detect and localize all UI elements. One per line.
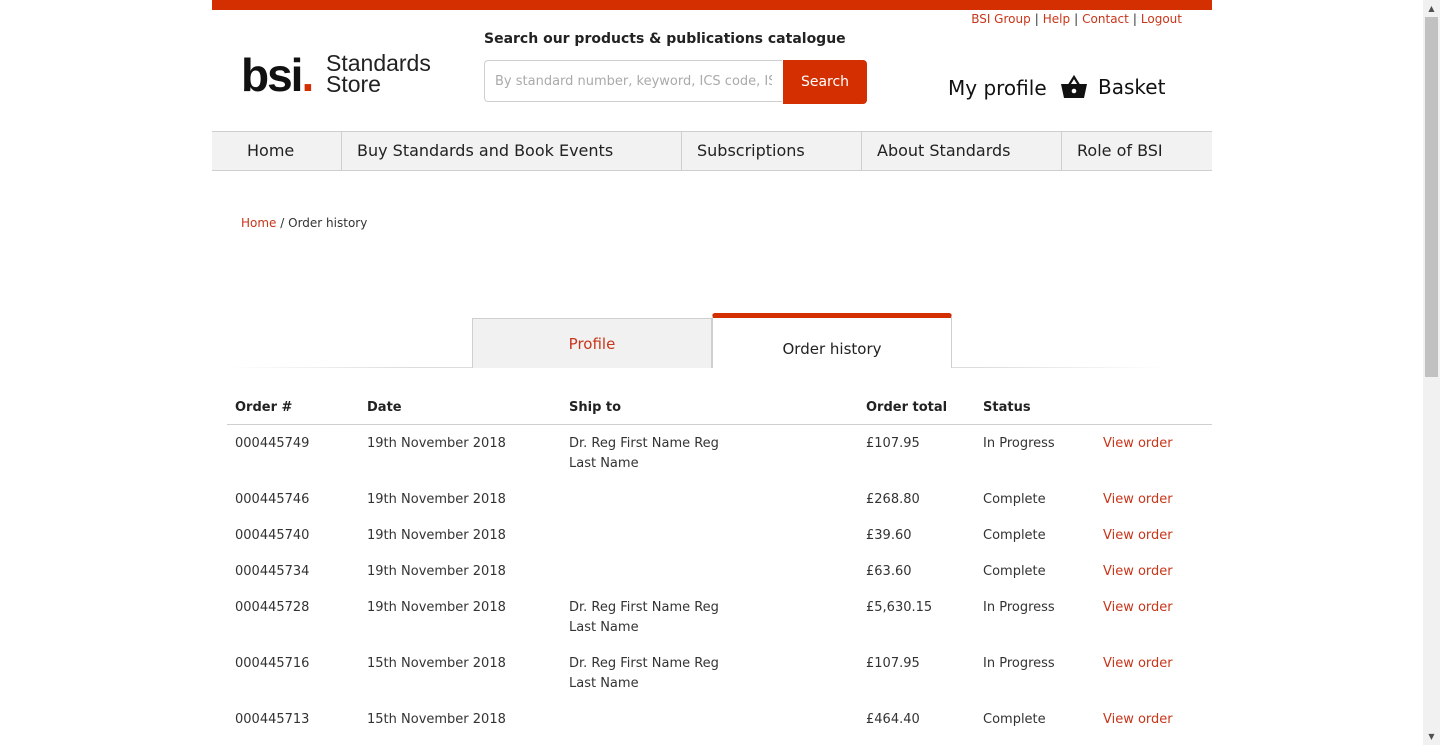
order-history-table: Order # Date Ship to Order total Status … [227,390,1212,737]
order-number: 000445749 [235,436,310,451]
search-label: Search our products & publications catal… [484,31,846,47]
order-number: 000445746 [235,492,310,507]
order-ship-to [561,517,858,553]
basket-link[interactable]: Basket [1060,74,1165,100]
table-row: 000445734 19th November 2018 £63.60 Comp… [227,553,1212,589]
view-order-link[interactable]: View order [1103,712,1173,727]
bsi-group-link[interactable]: BSI Group [971,12,1031,26]
tab-profile[interactable]: Profile [472,318,712,368]
search-input[interactable] [484,60,782,102]
order-status: In Progress [983,656,1055,671]
order-status: Complete [983,564,1046,579]
order-number: 000445728 [235,600,310,615]
breadcrumb-home[interactable]: Home [241,216,276,230]
order-ship-to [561,701,858,737]
contact-link[interactable]: Contact [1082,12,1129,26]
tab-order-history[interactable]: Order history [712,313,952,368]
breadcrumb: Home / Order history [241,216,367,230]
help-link[interactable]: Help [1043,12,1070,26]
table-row: 000445728 19th November 2018 Dr. Reg Fir… [227,589,1212,645]
order-status: In Progress [983,600,1055,615]
order-total: £464.40 [866,712,920,727]
table-header-row: Order # Date Ship to Order total Status [227,390,1212,425]
logout-link[interactable]: Logout [1141,12,1182,26]
top-accent-bar [212,0,1212,10]
order-ship-to [561,553,858,589]
order-ship-to [561,481,858,517]
view-order-link[interactable]: View order [1103,564,1173,579]
nav-home[interactable]: Home [212,132,342,170]
order-ship-to: Dr. Reg First Name Reg Last Name [569,600,719,635]
order-status: Complete [983,492,1046,507]
column-header-ship-to: Ship to [561,390,858,425]
scrollbar-thumb[interactable] [1425,17,1438,377]
order-ship-to: Dr. Reg First Name Reg Last Name [569,656,719,691]
breadcrumb-separator: / [280,216,285,230]
order-date: 15th November 2018 [367,656,506,671]
order-date: 19th November 2018 [367,528,506,543]
breadcrumb-current: Order history [288,216,368,230]
order-date: 19th November 2018 [367,600,506,615]
nav-buy-standards[interactable]: Buy Standards and Book Events [342,132,682,170]
view-order-link[interactable]: View order [1103,528,1173,543]
order-status: Complete [983,528,1046,543]
order-status: Complete [983,712,1046,727]
order-status: In Progress [983,436,1055,451]
table-row: 000445716 15th November 2018 Dr. Reg Fir… [227,645,1212,701]
order-total: £39.60 [866,528,912,543]
order-date: 15th November 2018 [367,712,506,727]
my-profile-link[interactable]: My profile [948,76,1047,100]
column-header-total: Order total [858,390,975,425]
table-row: 000445749 19th November 2018 Dr. Reg Fir… [227,425,1212,482]
nav-about-standards[interactable]: About Standards [862,132,1062,170]
order-total: £63.60 [866,564,912,579]
nav-role-of-bsi[interactable]: Role of BSI [1062,132,1212,170]
order-ship-to: Dr. Reg First Name Reg Last Name [569,436,719,471]
scroll-up-arrow-icon[interactable]: ▲ [1423,0,1440,17]
search-button[interactable]: Search [783,60,867,104]
order-number: 000445713 [235,712,310,727]
basket-icon [1061,74,1087,98]
column-header-action [1095,390,1212,425]
table-row: 000445740 19th November 2018 £39.60 Comp… [227,517,1212,553]
nav-subscriptions[interactable]: Subscriptions [682,132,862,170]
view-order-link[interactable]: View order [1103,656,1173,671]
order-total: £107.95 [866,656,920,671]
order-number: 000445740 [235,528,310,543]
column-header-date: Date [359,390,561,425]
utility-links: BSI Group | Help | Contact | Logout [971,12,1182,26]
view-order-link[interactable]: View order [1103,492,1173,507]
order-date: 19th November 2018 [367,564,506,579]
order-total: £268.80 [866,492,920,507]
order-number: 000445734 [235,564,310,579]
order-number: 000445716 [235,656,310,671]
main-navigation: Home Buy Standards and Book Events Subsc… [212,131,1212,171]
basket-label: Basket [1098,75,1166,99]
order-date: 19th November 2018 [367,492,506,507]
order-total: £107.95 [866,436,920,451]
column-header-order: Order # [227,390,359,425]
order-date: 19th November 2018 [367,436,506,451]
table-row: 000445746 19th November 2018 £268.80 Com… [227,481,1212,517]
vertical-scrollbar[interactable]: ▲ ▼ [1423,0,1440,745]
logo-mark: bsi. [241,49,314,101]
view-order-link[interactable]: View order [1103,600,1173,615]
view-order-link[interactable]: View order [1103,436,1173,451]
table-row: 000445713 15th November 2018 £464.40 Com… [227,701,1212,737]
order-total: £5,630.15 [866,600,933,615]
scroll-down-arrow-icon[interactable]: ▼ [1423,728,1440,745]
logo-wordmark: Standards Store [326,50,431,97]
column-header-status: Status [975,390,1095,425]
